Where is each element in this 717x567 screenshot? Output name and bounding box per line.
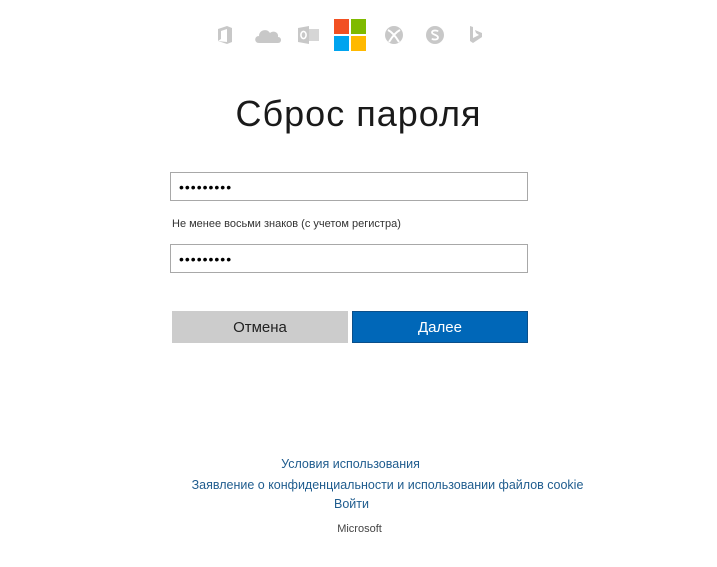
next-button[interactable]: Далее xyxy=(352,311,528,343)
outlook-icon xyxy=(297,18,321,52)
office-icon xyxy=(213,18,237,52)
privacy-cookies-link[interactable]: Заявление о конфиденциальности и использ… xyxy=(29,478,717,492)
xbox-icon xyxy=(382,18,406,52)
password-hint: Не менее восьми знаков (с учетом регистр… xyxy=(172,218,401,230)
confirm-password-field[interactable] xyxy=(170,244,528,273)
product-icon-bar xyxy=(0,18,717,52)
page-title: Сброс пароля xyxy=(235,93,482,134)
microsoft-logo-icon xyxy=(334,18,366,52)
new-password-field[interactable] xyxy=(170,172,528,201)
onedrive-icon xyxy=(252,18,284,52)
sign-in-link[interactable]: Войти xyxy=(0,497,710,511)
microsoft-brand-text: Microsoft xyxy=(337,523,382,535)
skype-icon xyxy=(423,18,447,52)
bing-icon xyxy=(464,18,488,52)
cancel-button[interactable]: Отмена xyxy=(172,311,348,343)
terms-of-use-link[interactable]: Условия использования xyxy=(0,457,709,471)
